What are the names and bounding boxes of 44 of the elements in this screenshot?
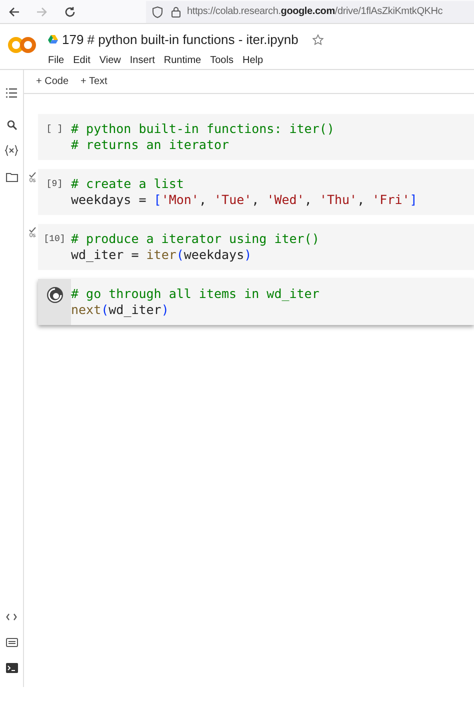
execution-count[interactable]: [ ] xyxy=(46,121,63,153)
add-cell-button[interactable]: + Code xyxy=(36,74,69,89)
code-line: # returns an iterator xyxy=(71,137,230,153)
star-icon[interactable] xyxy=(312,34,324,46)
search-icon[interactable] xyxy=(6,120,16,130)
code-line: # go through all items in wd_iter xyxy=(71,286,320,302)
drive-icon xyxy=(48,35,58,44)
execution-count: [10] xyxy=(44,233,66,246)
menu-item[interactable]: File xyxy=(48,52,64,68)
url-text: https://colab.research.google.com/drive/1flAsZkiKmtkQKHc xyxy=(187,5,443,19)
folder-icon[interactable] xyxy=(6,172,18,182)
code-cell[interactable]: # go through all items in wd_iter next(wd_iter) xyxy=(38,279,474,325)
code-line: # python built-in functions: iter() xyxy=(71,121,334,137)
shield-icon xyxy=(152,6,163,18)
check-icon xyxy=(29,227,36,233)
code-line: next(wd_iter) xyxy=(71,302,170,318)
colab-logo xyxy=(8,36,36,54)
code-line: # create a list xyxy=(71,176,185,192)
notebook-title[interactable]: 179 # python built-in functions - iter.ipynb xyxy=(62,30,298,50)
menu-item[interactable]: View xyxy=(99,52,121,68)
code-cell[interactable]: [10] # produce a iterator using iter() wd_iter = iter(weekdays) xyxy=(38,224,474,270)
code-icon[interactable] xyxy=(6,613,17,621)
menu-item[interactable]: Help xyxy=(242,52,264,68)
lock-icon xyxy=(171,6,181,18)
code-line: weekdays = ['Mon', 'Tue', 'Wed', 'Thu', 'Fri'] xyxy=(71,192,418,208)
terminal-icon[interactable] xyxy=(6,663,18,673)
back-icon[interactable] xyxy=(8,6,20,18)
execution-count: [9] xyxy=(46,178,63,191)
running-spinner-icon[interactable] xyxy=(46,286,64,304)
code-cell[interactable]: [9] # create a list weekdays = ['Mon', 'Tue', 'Wed', 'Thu', 'Fri'] xyxy=(38,169,474,215)
code-cell[interactable]: [ ] # python built-in functions: iter() # returns an iterator xyxy=(38,114,474,160)
add-cell-button[interactable]: + Text xyxy=(80,74,108,89)
menu-item[interactable]: Tools xyxy=(210,52,234,68)
variables-icon[interactable] xyxy=(5,145,18,156)
command-palette-icon[interactable] xyxy=(6,638,18,647)
menu-item[interactable]: Edit xyxy=(73,52,90,68)
code-line: wd_iter = iter(weekdays) xyxy=(71,247,253,263)
reload-icon[interactable] xyxy=(64,6,76,18)
menu-item[interactable]: Insert xyxy=(130,52,155,68)
check-icon xyxy=(29,172,36,178)
address-bar[interactable]: https://colab.research.google.com/drive/1flAsZkiKmtkQKHc xyxy=(146,0,474,22)
menu-item[interactable]: Runtime xyxy=(164,52,202,68)
code-line: # produce a iterator using iter() xyxy=(71,231,320,247)
table-of-contents-icon[interactable] xyxy=(6,88,17,98)
